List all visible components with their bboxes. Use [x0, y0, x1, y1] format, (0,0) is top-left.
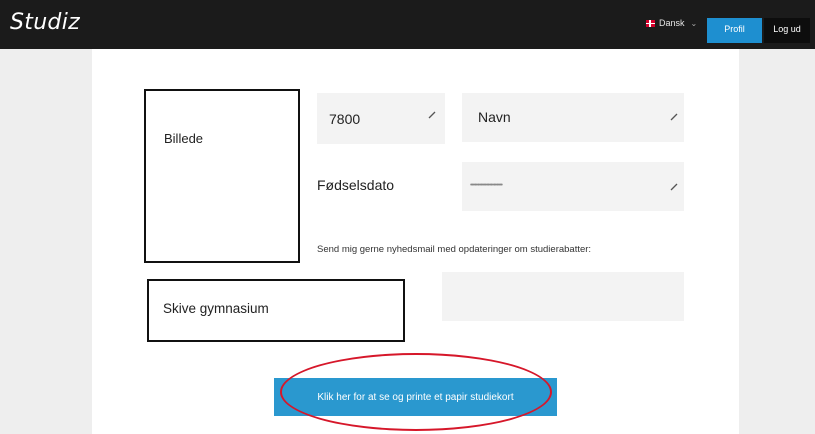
zip-code-field[interactable]: 7800	[317, 93, 445, 144]
studiz-logo[interactable]: Studiz	[10, 10, 80, 35]
top-navigation-bar: Studiz Dansk ⌄ Profil Log ud	[0, 0, 815, 49]
background-right	[739, 49, 815, 434]
photo-placeholder[interactable]: Billede	[144, 89, 300, 263]
name-value: Navn	[478, 109, 511, 125]
chevron-down-icon: ⌄	[690, 18, 698, 28]
photo-label: Billede	[164, 131, 204, 146]
pencil-icon[interactable]	[669, 112, 679, 122]
logout-button[interactable]: Log ud	[764, 18, 810, 43]
language-selector[interactable]: Dansk ⌄	[646, 18, 697, 28]
birthdate-value: ••••••••••••••••••••••	[470, 182, 503, 189]
profile-button[interactable]: Profil	[707, 18, 762, 43]
newsletter-text: Send mig gerne nyhedsmail med opdatering…	[317, 244, 592, 255]
language-label: Dansk	[659, 18, 685, 28]
school-field[interactable]: Skive gymnasium	[147, 279, 405, 342]
pencil-icon[interactable]	[669, 182, 679, 192]
background-left	[0, 49, 92, 434]
print-student-card-button[interactable]: Klik her for at se og printe et papir st…	[274, 378, 557, 416]
birthdate-label: Fødselsdato	[317, 177, 395, 193]
zip-code-value: 7800	[329, 111, 361, 127]
school-value: Skive gymnasium	[163, 301, 269, 316]
pencil-icon[interactable]	[427, 110, 437, 120]
newsletter-field[interactable]	[442, 272, 684, 321]
name-field[interactable]: Navn	[462, 93, 684, 142]
danish-flag-icon	[646, 19, 655, 27]
birthdate-field[interactable]: ••••••••••••••••••••••	[462, 162, 684, 211]
